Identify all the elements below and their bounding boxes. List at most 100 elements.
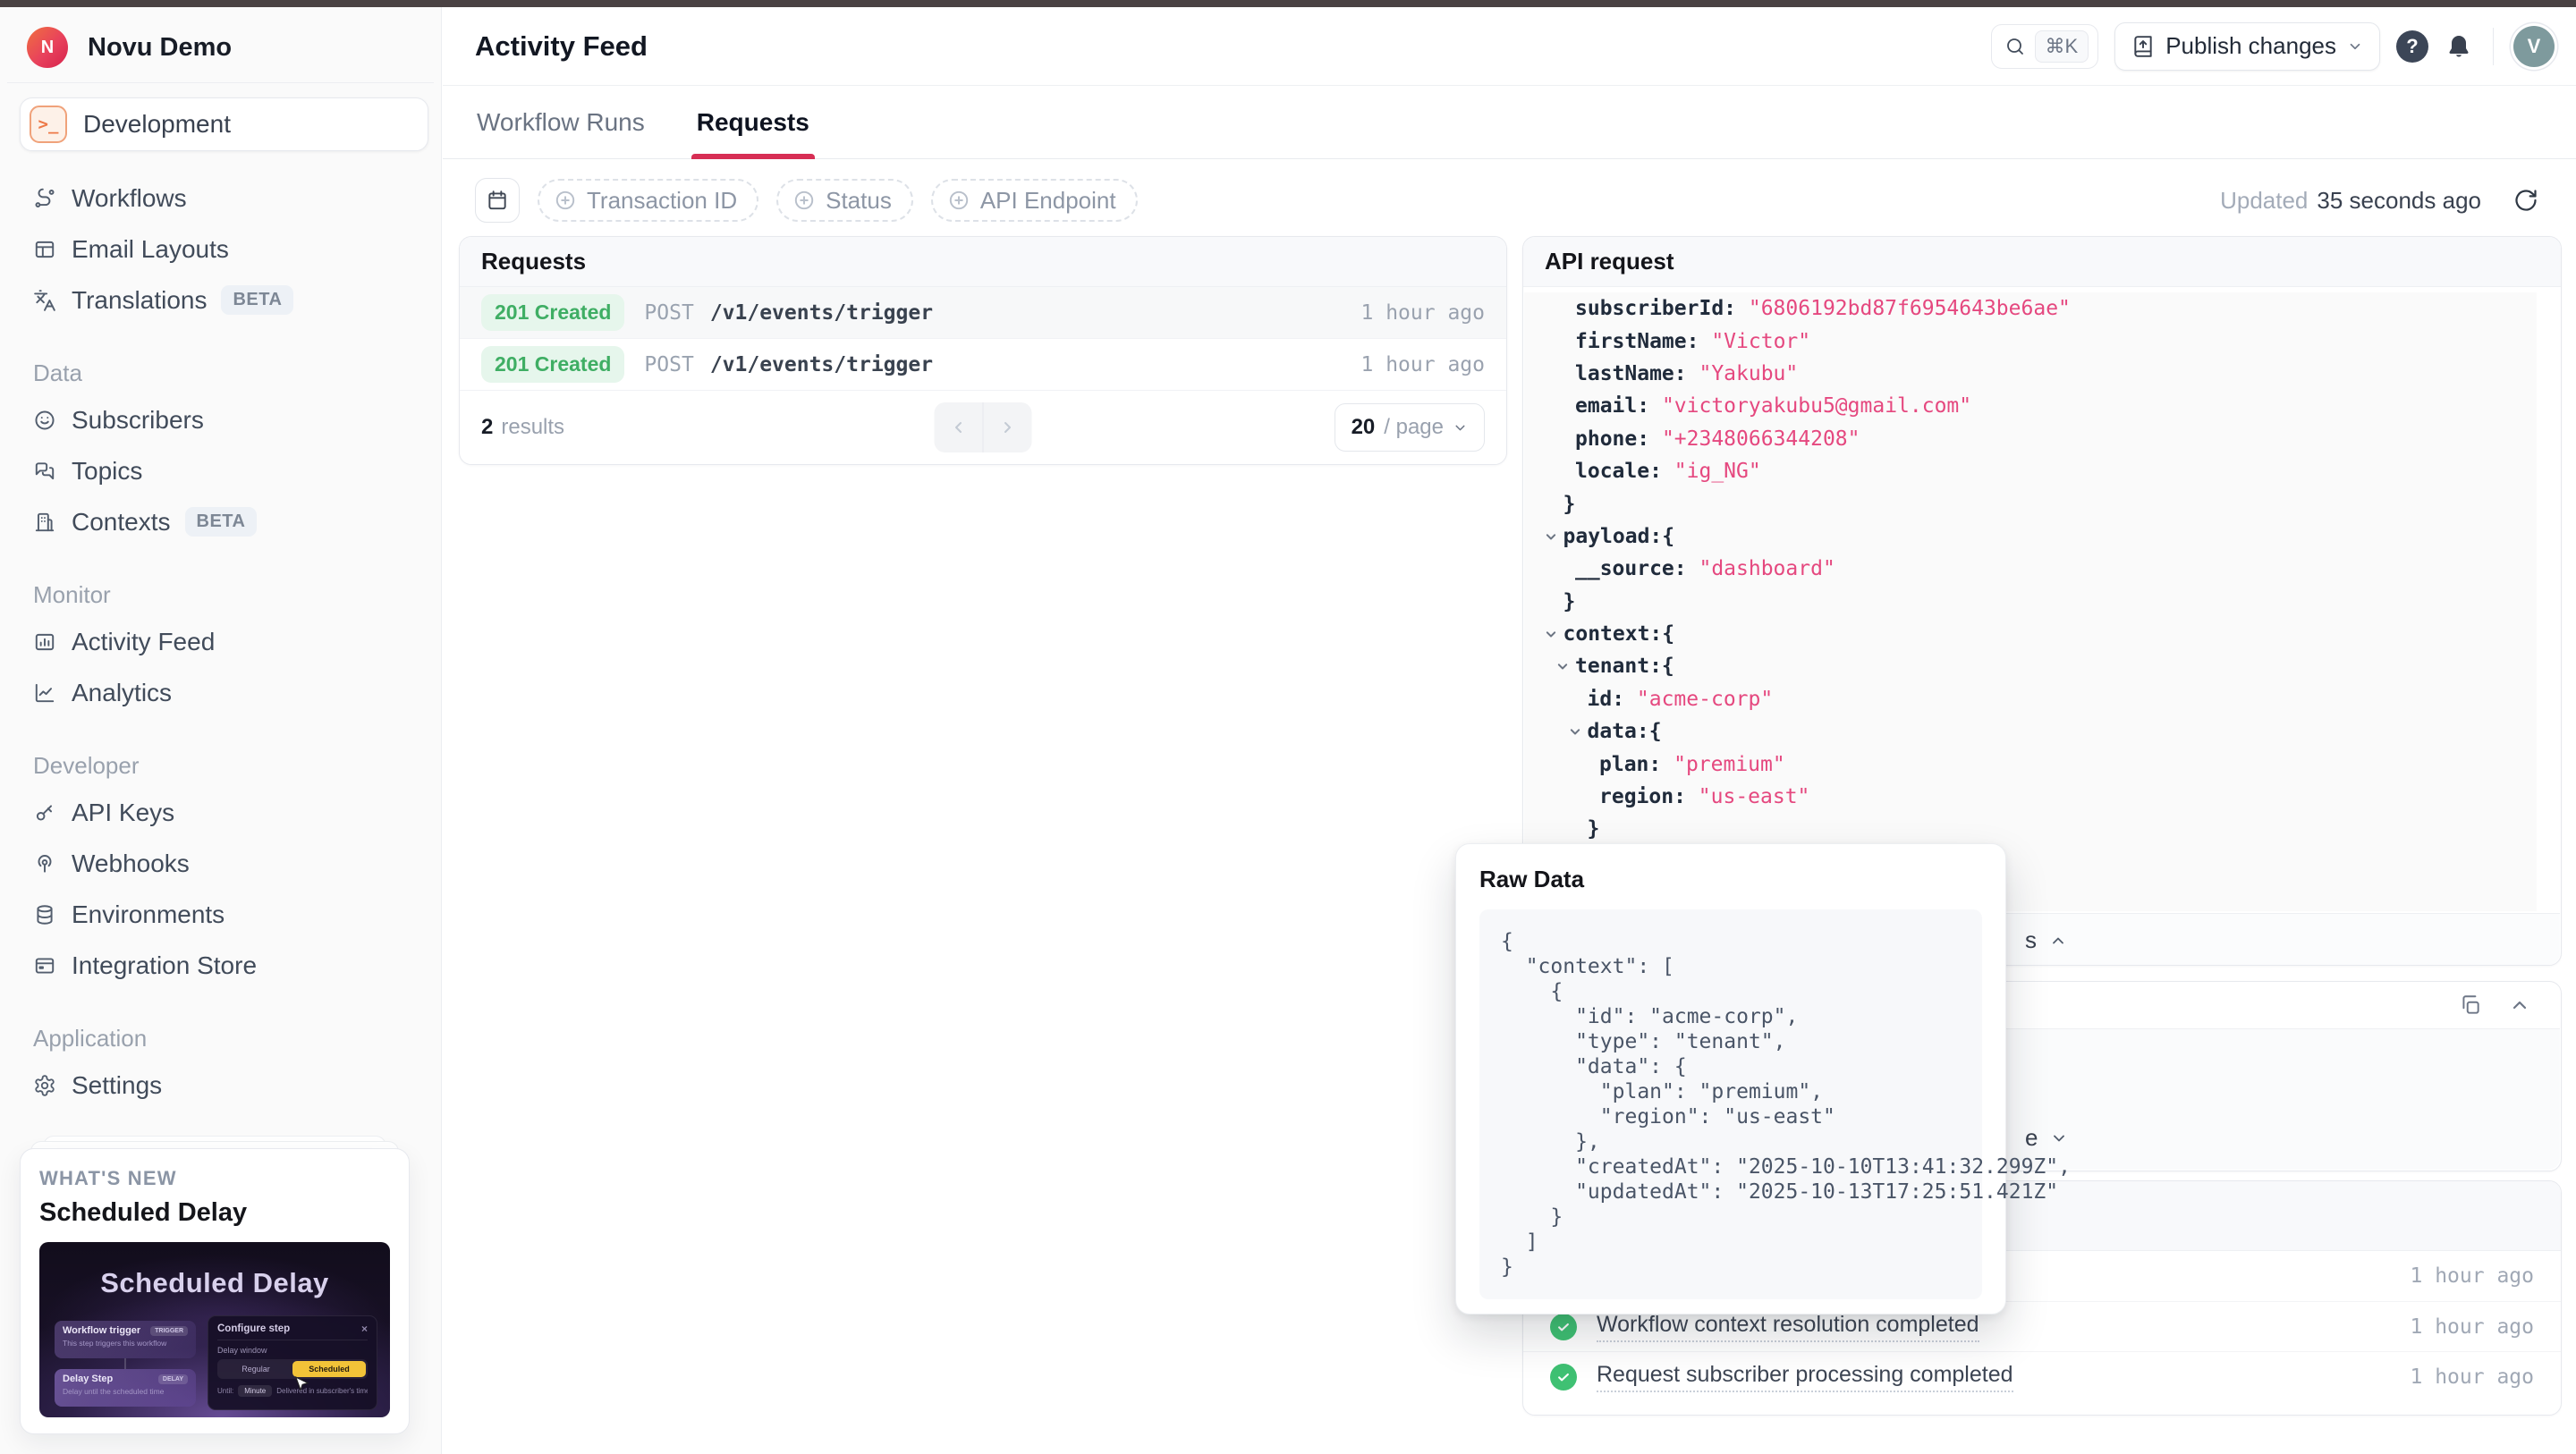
sidebar-item-label: Subscribers [72,406,204,435]
request-path: /v1/events/trigger [710,353,933,376]
nav-group-label: Data [33,359,441,387]
sidebar-item-email-layouts[interactable]: Email Layouts [0,224,441,275]
date-range-button[interactable] [475,178,520,223]
sidebar-item-label: API Keys [72,799,174,827]
prev-page-button[interactable] [935,402,983,452]
promo-configure-panel: Configure step× Delay window Regular Sch… [208,1315,377,1410]
code-line: __source: "dashboard" [1524,553,2537,585]
sidebar-item-api-keys[interactable]: API Keys [0,787,441,838]
sidebar-item-webhooks[interactable]: Webhooks [0,838,441,889]
plus-circle-icon [554,189,577,212]
sidebar-item-activity-feed[interactable]: Activity Feed [0,616,441,667]
top-bar: Activity Feed ⌘K Publish changes ? V [443,7,2576,86]
collapse-caret-icon[interactable] [1542,528,1560,545]
request-row[interactable]: 201 CreatedPOST/v1/events/trigger1 hour … [460,339,1506,391]
whats-new-card[interactable]: WHAT'S NEW Scheduled Delay Scheduled Del… [20,1148,410,1434]
sidebar-item-workflows[interactable]: Workflows [0,173,441,224]
raw-data-line: } [1501,1205,1961,1230]
nav-group-label: Monitor [33,581,441,609]
refresh-icon[interactable] [2513,188,2538,213]
translate-icon [33,289,56,312]
code-key: id: [1588,688,1625,711]
raw-data-line: "plan": "premium", [1501,1079,1961,1104]
log-time: 1 hour ago [2411,1315,2534,1339]
sidebar-item-analytics[interactable]: Analytics [0,667,441,718]
filter-chip-api-endpoint[interactable]: API Endpoint [931,179,1138,222]
collapse-caret-icon[interactable] [1566,723,1584,740]
tab-workflow-runs[interactable]: Workflow Runs [477,86,645,158]
chevron-up-icon[interactable] [2509,994,2530,1016]
promo-title: Scheduled Delay [39,1267,390,1299]
request-row[interactable]: 201 CreatedPOST/v1/events/trigger1 hour … [460,287,1506,339]
sidebar-item-topics[interactable]: Topics [0,445,441,496]
search-icon [2004,36,2026,57]
integration-store-icon [33,954,56,977]
sidebar-item-label: Analytics [72,679,172,707]
code-value: "Yakubu" [1687,362,1799,385]
whats-new-eyebrow: WHAT'S NEW [39,1167,390,1190]
code-key: lastName: [1575,362,1687,385]
log-label[interactable]: Workflow context resolution completed [1597,1312,1979,1342]
environment-switcher[interactable]: >_ Development [20,97,428,151]
page-size-select[interactable]: 20 / page [1335,403,1485,452]
novu-logo-icon: N [27,27,68,68]
code-line: } [1524,487,2537,520]
sidebar-item-subscribers[interactable]: Subscribers [0,394,441,445]
code-line: } [1524,586,2537,618]
collapse-caret-icon[interactable] [1542,625,1560,643]
divider [2493,28,2494,65]
layout-icon [33,238,56,261]
code-line: email: "victoryakubu5@gmail.com" [1524,390,2537,422]
window-top-strip [0,0,2576,7]
code-value: "ig_NG" [1662,460,1761,483]
code-key: } [1563,493,1576,516]
sidebar-item-label: Contexts [72,508,171,537]
next-page-button[interactable] [984,402,1032,452]
sidebar-item-label: Activity Feed [72,628,215,656]
plus-circle-icon [792,189,816,212]
sidebar-item-translations[interactable]: TranslationsBETA [0,275,441,325]
filter-chip-status[interactable]: Status [776,179,913,222]
environments-icon [33,903,56,926]
copy-icon[interactable] [2459,993,2482,1017]
help-button[interactable]: ? [2396,30,2428,63]
sidebar-item-integration-store[interactable]: Integration Store [0,940,441,991]
question-mark-icon: ? [2406,35,2418,58]
publish-changes-button[interactable]: Publish changes [2114,22,2380,71]
search-button[interactable]: ⌘K [1991,24,2099,69]
notifications-bell-icon[interactable] [2445,32,2473,61]
raw-data-line: "context": [ [1501,954,1961,979]
sidebar: N Novu Demo >_ Development WorkflowsEmai… [0,7,442,1454]
chevron-down-icon [1453,420,1468,435]
sidebar-item-label: Translations [72,286,207,315]
code-line: lastName: "Yakubu" [1524,358,2537,390]
pagination [935,402,1032,452]
org-initial: N [41,38,54,58]
raw-data-line: }, [1501,1129,1961,1154]
code-line: firstName: "Victor" [1524,325,2537,357]
code-value: "premium" [1661,753,1784,776]
user-avatar[interactable]: V [2513,26,2555,67]
org-switcher[interactable]: N Novu Demo [27,27,421,68]
terminal-icon: >_ [30,106,67,143]
code-key: plan: [1599,753,1661,776]
sidebar-item-environments[interactable]: Environments [0,889,441,940]
sidebar-item-contexts[interactable]: ContextsBETA [0,496,441,547]
org-name: Novu Demo [88,33,232,63]
check-circle-icon [1550,1314,1577,1340]
code-line: plan: "premium" [1524,748,2537,780]
settings-icon [33,1074,56,1097]
sidebar-item-settings[interactable]: Settings [0,1060,441,1111]
log-label[interactable]: Request subscriber processing completed [1597,1362,2013,1392]
code-value: "acme-corp" [1624,688,1773,711]
sidebar-item-label: Settings [72,1071,162,1100]
filter-chip-label: Transaction ID [587,187,737,215]
whats-new-deck: WHAT'S NEW Scheduled Delay Scheduled Del… [20,1136,410,1434]
raw-data-popover: Raw Data { "context": [ { "id": "acme-co… [1455,843,2006,1315]
tab-requests[interactable]: Requests [697,86,809,158]
filter-chip-transaction-id[interactable]: Transaction ID [538,179,758,222]
raw-data-line: { [1501,929,1961,954]
code-value: "6806192bd87f6954643be6ae" [1736,297,2071,320]
code-value: "Victor" [1699,330,1810,353]
collapse-caret-icon[interactable] [1554,657,1572,675]
